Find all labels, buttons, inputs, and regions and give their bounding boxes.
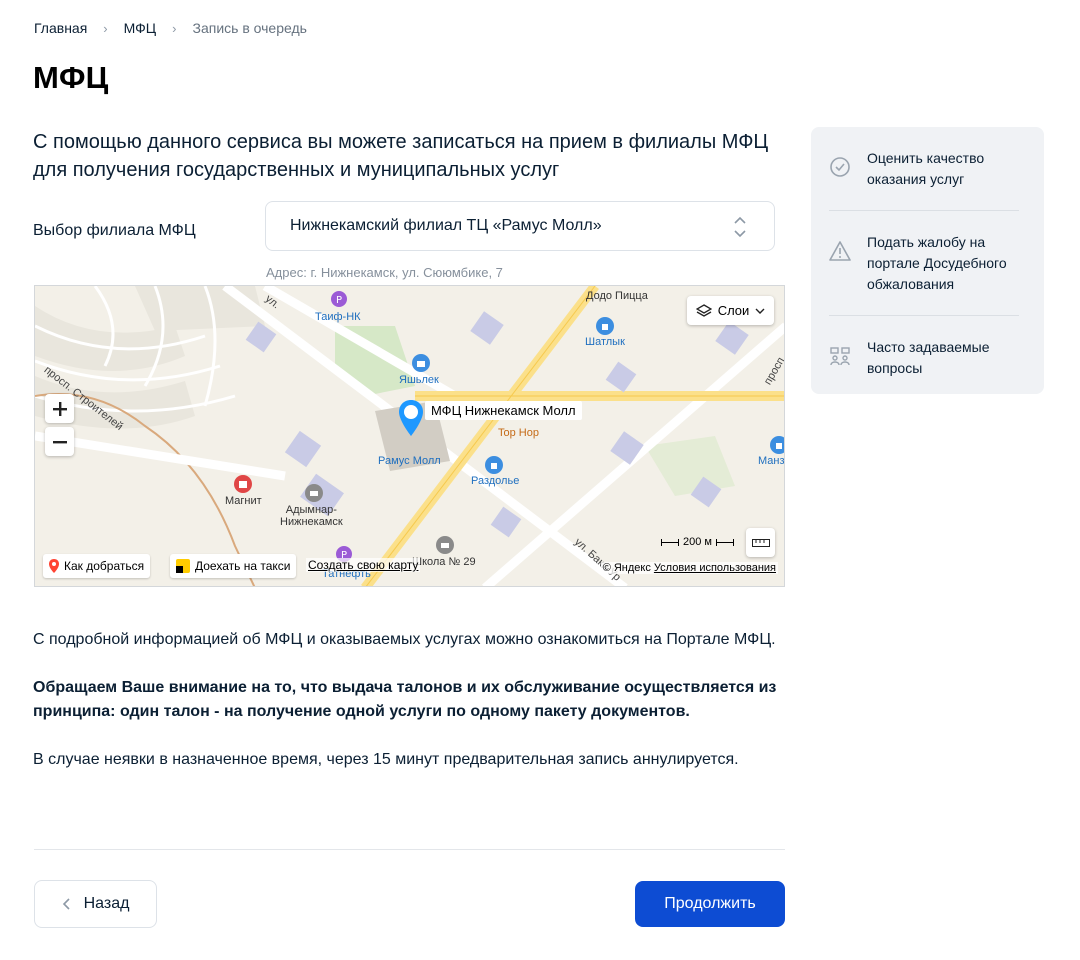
map[interactable]: P P Додо Пицца Таиф-НК Шатлык Яшьлек Рам… [34, 285, 785, 587]
map-label-taif: Таиф-НК [315, 311, 361, 323]
continue-button[interactable]: Продолжить [635, 881, 785, 927]
page-title: МФЦ [33, 60, 109, 95]
map-label-school: Школа № 29 [412, 556, 476, 568]
svg-text:P: P [336, 295, 342, 306]
sidebar-item-faq[interactable]: Часто задаваемые вопросы [829, 316, 1019, 399]
map-label-yashlek: Яшьлек [399, 374, 439, 386]
sidebar: Оценить качество оказания услуг Подать ж… [811, 127, 1044, 394]
route-button[interactable]: Как добраться [43, 554, 151, 578]
taxi-button[interactable]: Доехать на такси [170, 554, 297, 578]
breadcrumb-current: Запись в очередь [192, 20, 307, 36]
warning-icon [829, 241, 851, 261]
sidebar-item-complaint[interactable]: Подать жалобу на портале Досудебного обж… [829, 211, 1019, 316]
map-label-tophop: Top Hop [498, 427, 539, 439]
sidebar-item-label: Часто задаваемые вопросы [867, 339, 990, 376]
poi-fuel-icon: P [331, 291, 347, 307]
map-pin-label[interactable]: МФЦ Нижнекамск Молл [425, 401, 582, 420]
map-scale: 200 м [661, 536, 734, 548]
back-button[interactable]: Назад [34, 880, 157, 928]
scale-bar [715, 538, 734, 546]
faq-people-icon [830, 347, 850, 366]
poi-bag-icon [485, 456, 503, 474]
breadcrumb-home[interactable]: Главная [34, 20, 87, 36]
info-no-show-text: В случае неявки в назначенное время, чер… [33, 751, 739, 768]
map-label-magnit: Магнит [225, 495, 262, 507]
select-arrows-icon [734, 216, 746, 238]
info-notice-text: Обращаем Ваше внимание на то, что выдача… [33, 679, 777, 720]
create-map-link[interactable]: Создать свою карту [306, 558, 421, 572]
chevron-right-icon: › [103, 20, 108, 36]
poi-school-icon [436, 536, 454, 554]
chevron-right-icon: › [172, 20, 177, 36]
scale-bar [661, 538, 679, 546]
layers-label: Слои [717, 303, 750, 318]
sidebar-item-label: Оценить качество оказания услуг [867, 150, 985, 187]
branch-select-value: Нижнекамский филиал ТЦ «Рамус Молл» [290, 217, 602, 234]
chevron-left-icon [62, 898, 70, 910]
copyright-text: © Яндекс [602, 562, 651, 574]
poi-school-icon [305, 484, 323, 502]
map-label-razdolye: Раздолье [471, 475, 520, 487]
zoom-in-button[interactable] [45, 394, 74, 423]
route-pin-icon [49, 559, 59, 573]
chevron-down-icon [755, 308, 765, 314]
info-portal-text: С подробной информацией об МФЦ и оказыва… [33, 631, 776, 648]
ruler-button[interactable] [746, 528, 775, 557]
route-label: Как добраться [64, 559, 145, 573]
map-label-shatlyk: Шатлык [585, 336, 625, 348]
poi-bag-icon [770, 436, 784, 454]
sidebar-item-label: Подать жалобу на портале Досудебного обж… [867, 234, 1007, 292]
zoom-out-button[interactable] [45, 427, 74, 456]
divider [34, 849, 785, 850]
layers-button[interactable]: Слои [687, 296, 774, 325]
info-section: С подробной информацией об МФЦ и оказыва… [33, 628, 785, 796]
ruler-icon [751, 538, 770, 547]
breadcrumb-mfc[interactable]: МФЦ [124, 20, 157, 36]
plus-icon [52, 401, 67, 416]
poi-store-icon [234, 475, 252, 493]
page-lead: С помощью данного сервиса вы можете запи… [33, 131, 769, 181]
taxi-icon [176, 559, 190, 573]
back-label: Назад [83, 895, 130, 912]
minus-icon [52, 440, 67, 443]
branch-address: Адрес: г. Нижнекамск, ул. Сююмбике, 7 [266, 265, 503, 280]
map-label-ramus: Рамус Молл [378, 455, 441, 467]
map-label-dodo: Додо Пицца [586, 290, 648, 302]
sidebar-item-rate-quality[interactable]: Оценить качество оказания услуг [829, 127, 1019, 211]
poi-shop-icon [412, 354, 430, 372]
map-label-adymnar: Адымнар- Нижнекамск [280, 504, 343, 528]
poi-bag-icon [596, 317, 614, 335]
map-copyright: © Яндекс Условия использования [600, 562, 778, 574]
branch-label: Выбор филиала МФЦ [33, 222, 196, 239]
branch-select[interactable]: Нижнекамский филиал ТЦ «Рамус Молл» [265, 201, 775, 251]
breadcrumb: Главная › МФЦ › Запись в очередь [34, 20, 307, 36]
map-label-manz: Манз [758, 455, 785, 467]
scale-label: 200 м [683, 536, 712, 548]
location-pin-icon [399, 400, 423, 436]
taxi-label: Доехать на такси [195, 559, 291, 573]
terms-link[interactable]: Условия использования [654, 562, 776, 574]
layers-icon [695, 303, 712, 317]
check-circle-icon [830, 157, 850, 177]
